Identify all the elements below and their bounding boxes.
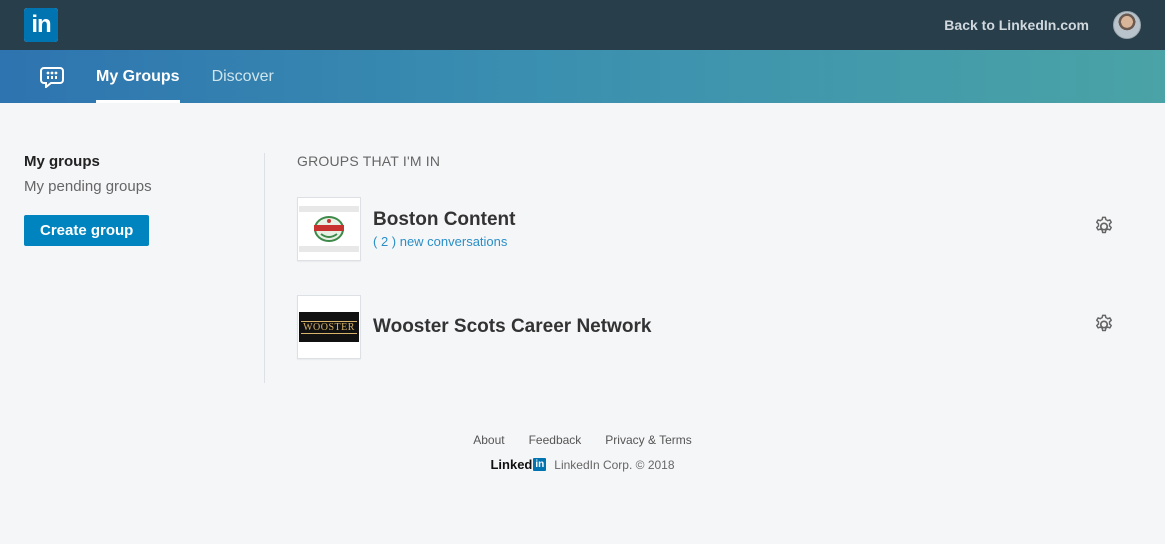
sidebar: My groups My pending groups Create group bbox=[0, 153, 265, 383]
brand-in-box: in bbox=[533, 458, 547, 471]
section-title: GROUPS THAT I'M IN bbox=[297, 153, 441, 169]
group-name[interactable]: Boston Content bbox=[373, 209, 515, 231]
chat-bubble-icon bbox=[40, 66, 64, 88]
group-row-wooster-scots[interactable]: WOOSTER Wooster Scots Career Network bbox=[297, 295, 1115, 359]
group-info: Boston Content ( 2 ) new conversations bbox=[373, 209, 515, 249]
group-logo[interactable] bbox=[297, 197, 361, 261]
footer-brand: Linked in LinkedIn Corp. © 2018 bbox=[0, 457, 1165, 472]
gear-icon bbox=[1096, 314, 1112, 332]
footer-links: About Feedback Privacy & Terms bbox=[0, 433, 1165, 447]
group-name[interactable]: Wooster Scots Career Network bbox=[373, 316, 651, 338]
sidebar-my-groups[interactable]: My groups bbox=[24, 153, 264, 170]
copyright-text: LinkedIn Corp. © 2018 bbox=[554, 457, 675, 472]
wooster-logo: WOOSTER bbox=[299, 312, 359, 342]
linkedin-logo[interactable]: in bbox=[24, 8, 58, 42]
top-bar: in Back to LinkedIn.com bbox=[0, 0, 1165, 50]
groups-content: GROUPS THAT I'M IN Boston Content ( 2 ) … bbox=[265, 153, 1165, 433]
footer-linkedin-logo: Linked in bbox=[490, 457, 547, 472]
main-area: My groups My pending groups Create group… bbox=[0, 103, 1165, 433]
group-settings-button[interactable] bbox=[1093, 314, 1115, 341]
footer-privacy-link[interactable]: Privacy & Terms bbox=[605, 433, 691, 447]
group-logo[interactable]: WOOSTER bbox=[297, 295, 361, 359]
gear-icon bbox=[1096, 216, 1112, 234]
wooster-logo-text: WOOSTER bbox=[301, 320, 357, 334]
avatar[interactable] bbox=[1113, 11, 1141, 39]
group-info: Wooster Scots Career Network bbox=[373, 316, 651, 338]
brand-word-text: Linked bbox=[490, 457, 533, 472]
sidebar-pending-groups[interactable]: My pending groups bbox=[24, 178, 264, 195]
tab-discover[interactable]: Discover bbox=[212, 50, 274, 103]
boston-content-logo bbox=[299, 206, 359, 252]
group-row-boston-content[interactable]: Boston Content ( 2 ) new conversations bbox=[297, 197, 1115, 261]
footer: About Feedback Privacy & Terms Linked in… bbox=[0, 433, 1165, 472]
back-to-linkedin-link[interactable]: Back to LinkedIn.com bbox=[944, 17, 1089, 33]
tab-my-groups[interactable]: My Groups bbox=[96, 50, 180, 103]
groups-home-icon[interactable] bbox=[40, 50, 64, 103]
group-settings-button[interactable] bbox=[1093, 216, 1115, 243]
linkedin-logo-text: in bbox=[24, 8, 58, 42]
groups-subnav: My Groups Discover bbox=[0, 50, 1165, 103]
top-right: Back to LinkedIn.com bbox=[944, 11, 1141, 39]
new-conversations-link[interactable]: ( 2 ) new conversations bbox=[373, 234, 515, 249]
create-group-button[interactable]: Create group bbox=[24, 215, 150, 246]
badge-icon bbox=[314, 216, 344, 242]
footer-feedback-link[interactable]: Feedback bbox=[529, 433, 582, 447]
footer-about-link[interactable]: About bbox=[473, 433, 504, 447]
